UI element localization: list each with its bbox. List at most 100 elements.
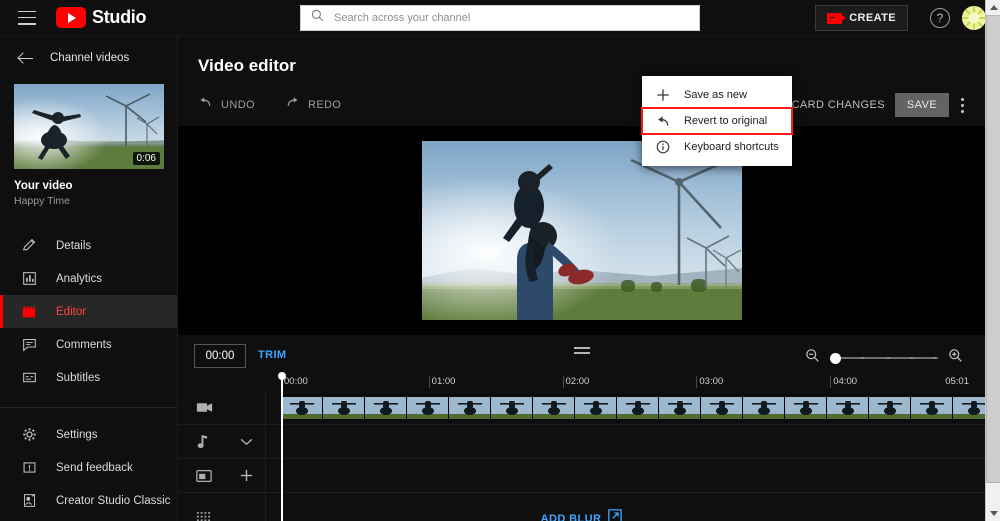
zoom-slider-track	[830, 357, 938, 359]
video-title: Your video	[14, 180, 73, 192]
track-row-audio	[178, 425, 985, 459]
scrollbar-thumb[interactable]	[986, 15, 1000, 483]
sidebar-nav: Details Analytics Editor Comments Subtit…	[0, 229, 177, 517]
sidebar-item-comments[interactable]: Comments	[0, 328, 177, 361]
add-blur-label: ADD BLUR	[540, 512, 602, 521]
sidebar-item-subtitles[interactable]: Subtitles	[0, 361, 177, 394]
blur-grid-icon	[196, 511, 211, 521]
sidebar-item-label: Settings	[56, 428, 98, 441]
end-screen-icon	[196, 469, 212, 483]
film-frame	[281, 394, 323, 422]
trim-button[interactable]: TRIM	[258, 349, 286, 361]
subtitles-icon	[20, 369, 38, 387]
main-content: Video editor UNDO REDO DISCARD CHANGES S…	[178, 36, 985, 521]
film-frame	[953, 394, 985, 422]
track-header	[178, 459, 266, 492]
film-frame	[491, 394, 533, 422]
help-question-mark: ?	[936, 11, 944, 25]
zoom-slider[interactable]	[830, 351, 938, 365]
menu-item-keyboard-shortcuts[interactable]: Keyboard shortcuts	[642, 134, 792, 160]
film-frame	[701, 394, 743, 422]
zoom-out-icon[interactable]	[805, 348, 820, 368]
music-note-icon	[196, 434, 209, 449]
more-options-icon[interactable]	[953, 93, 971, 117]
film-frame	[659, 394, 701, 422]
audio-track-body[interactable]	[266, 425, 985, 458]
sidebar-item-details[interactable]: Details	[0, 229, 177, 262]
redo-button[interactable]: REDO	[285, 96, 341, 114]
film-frame	[617, 394, 659, 422]
feedback-icon	[20, 459, 38, 477]
menu-item-label: Save as new	[684, 89, 747, 101]
sidebar-item-send-feedback[interactable]: Send feedback	[0, 451, 177, 484]
track-header	[178, 425, 266, 458]
playhead[interactable]	[277, 372, 286, 521]
hamburger-menu-icon[interactable]	[18, 10, 36, 25]
vertical-scrollbar[interactable]	[985, 0, 1000, 521]
timeline-ruler[interactable]: 00:00 01:00 02:00 03:00 04:00 05:01	[281, 375, 971, 389]
redo-label: REDO	[308, 99, 342, 111]
sidebar-item-editor[interactable]: Editor	[0, 295, 177, 328]
overlay-track-body[interactable]	[266, 459, 985, 492]
sidebar-item-creator-studio-classic[interactable]: Creator Studio Classic	[0, 484, 177, 517]
video-thumbnail[interactable]: 0:06	[14, 84, 164, 169]
sidebar: Channel videos 0:06 Your video Happy Tim…	[0, 36, 178, 521]
search-bar[interactable]	[300, 5, 700, 31]
studio-logo[interactable]: Studio	[56, 7, 146, 28]
back-to-channel-videos[interactable]: Channel videos	[0, 36, 177, 80]
info-icon	[654, 140, 672, 154]
save-button[interactable]: SAVE	[895, 93, 949, 117]
playhead-knob[interactable]	[277, 372, 286, 380]
youtube-play-icon	[56, 7, 86, 28]
sidebar-item-settings[interactable]: Settings	[0, 418, 177, 451]
search-input[interactable]	[324, 6, 699, 30]
video-camera-icon	[827, 12, 847, 24]
track-header	[178, 493, 266, 521]
zoom-controls	[805, 348, 963, 368]
menu-item-label: Revert to original	[684, 115, 768, 127]
analytics-icon	[20, 270, 38, 288]
video-track-body[interactable]	[266, 391, 985, 424]
film-frame	[785, 394, 827, 422]
menu-item-save-as-new[interactable]: Save as new	[642, 82, 792, 108]
gear-icon	[20, 426, 38, 444]
zoom-in-icon[interactable]	[948, 348, 963, 368]
creator-studio-classic-icon	[20, 492, 38, 510]
filmstrip[interactable]	[281, 394, 985, 422]
clapperboard-icon	[20, 303, 38, 321]
zoom-slider-knob[interactable]	[830, 352, 841, 364]
plus-icon	[654, 88, 672, 102]
sidebar-item-label: Send feedback	[56, 461, 133, 474]
sidebar-item-label: Details	[56, 239, 92, 252]
undo-button[interactable]: UNDO	[198, 96, 255, 114]
scrollbar-up-arrow[interactable]	[986, 0, 1000, 15]
back-label: Channel videos	[50, 52, 130, 64]
help-icon[interactable]: ?	[930, 8, 950, 28]
add-blur-button[interactable]: ADD BLUR	[541, 509, 623, 521]
timeline-controls: 00:00 TRIM	[178, 335, 985, 375]
video-preview[interactable]	[178, 126, 985, 335]
logo-text: Studio	[92, 7, 147, 27]
film-frame	[365, 394, 407, 422]
pencil-icon	[20, 237, 38, 255]
undo-arrow-icon	[654, 115, 672, 128]
chevron-down-icon[interactable]	[240, 438, 253, 446]
editor-toolbar: UNDO REDO DISCARD CHANGES SAVE	[178, 88, 985, 122]
sidebar-item-label: Analytics	[56, 272, 103, 285]
search-icon	[311, 9, 324, 27]
avatar[interactable]	[962, 6, 986, 30]
timeline-panel: 00:00 TRIM 00:00 01:00 02:00 03:00 04:00…	[178, 335, 985, 521]
redo-arrow-icon	[285, 96, 300, 114]
undo-label: UNDO	[221, 99, 255, 111]
zoom-tick	[933, 356, 936, 360]
zoom-tick	[910, 356, 913, 360]
plus-icon[interactable]	[240, 469, 253, 482]
sidebar-item-analytics[interactable]: Analytics	[0, 262, 177, 295]
zoom-tick	[887, 356, 890, 360]
current-time-input[interactable]: 00:00	[194, 344, 246, 368]
scrollbar-down-arrow[interactable]	[986, 506, 1000, 521]
create-button[interactable]: CREATE	[815, 5, 908, 31]
external-link-icon	[608, 509, 623, 521]
film-frame	[911, 394, 953, 422]
menu-item-revert-to-original[interactable]: Revert to original	[641, 107, 793, 135]
